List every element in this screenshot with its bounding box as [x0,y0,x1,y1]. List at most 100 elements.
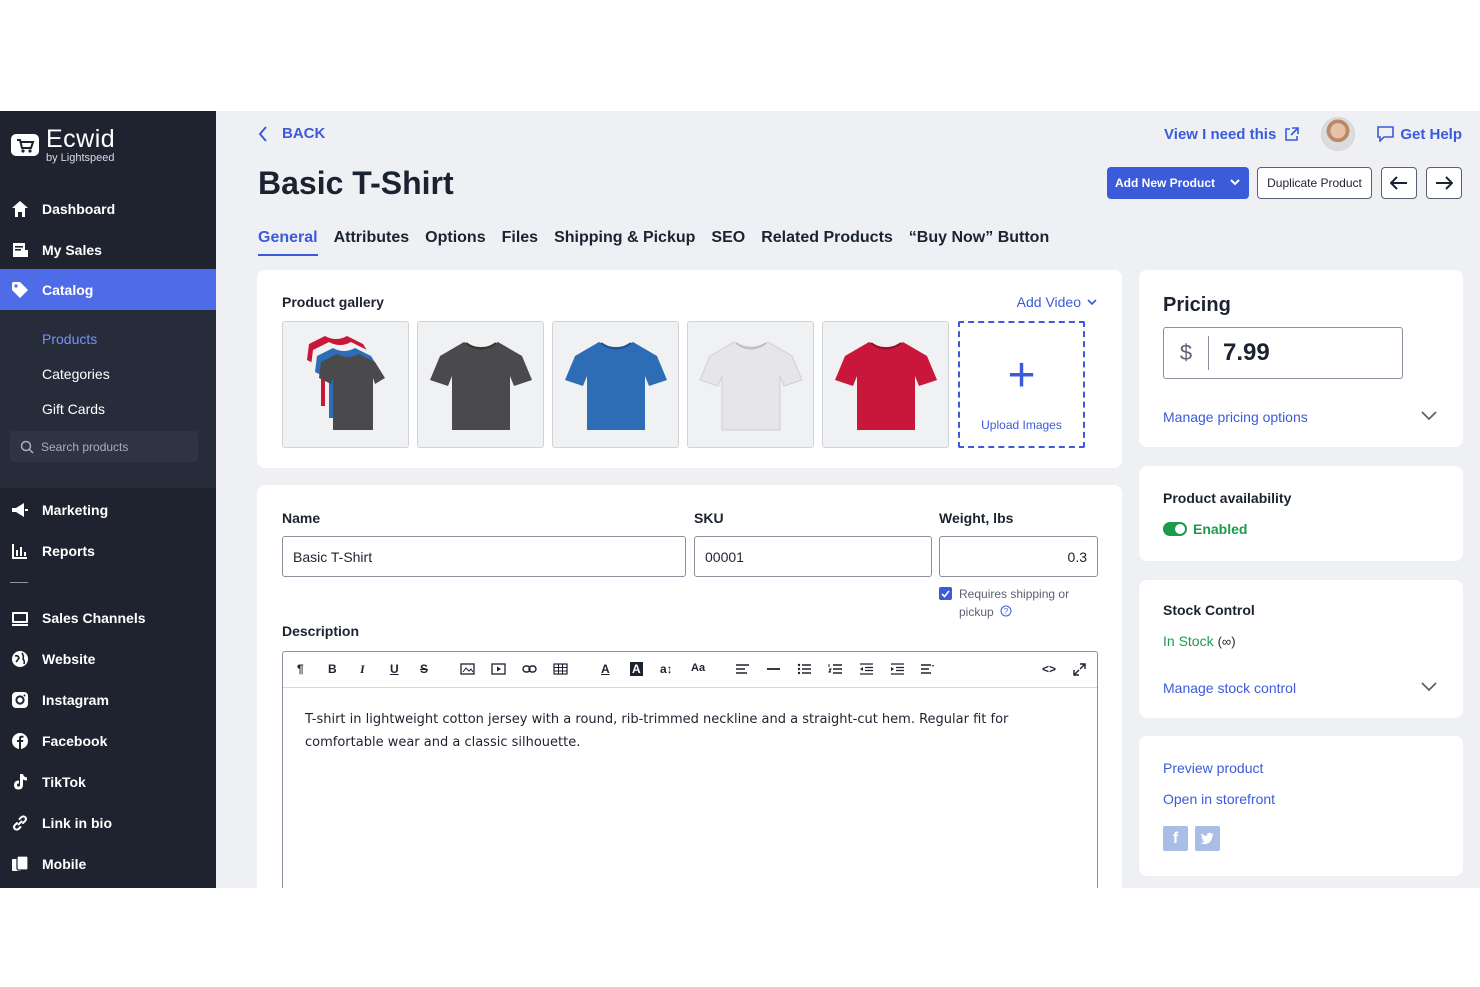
sidebar-subitem-products[interactable]: Products [42,331,97,347]
help-circle-icon[interactable]: ? [1000,605,1012,617]
text-color-icon[interactable]: A [601,662,610,676]
twitter-share-icon[interactable] [1195,826,1220,851]
back-link[interactable]: BACK [258,125,325,142]
currency-symbol: $ [1164,336,1209,370]
search-products-input[interactable]: Search products [10,431,198,462]
font-size-icon[interactable]: a↕ [660,662,673,676]
indent-icon[interactable] [890,663,905,678]
paragraph-icon[interactable]: ¶ [297,662,304,676]
tab-options[interactable]: Options [425,229,485,256]
avatar[interactable] [1321,117,1356,151]
pricing-card: Pricing $ 7.99 Manage pricing options [1139,270,1463,447]
availability-toggle[interactable]: Enabled [1163,521,1247,537]
horizontal-rule-icon[interactable] [766,663,781,678]
get-help-link[interactable]: Get Help [1377,126,1462,143]
sidebar-item-dashboard[interactable]: Dashboard [0,188,216,229]
weight-value: 0.3 [1067,548,1087,565]
sidebar-item-facebook[interactable]: Facebook [0,720,216,761]
globe-icon [10,649,30,669]
previous-product-button[interactable] [1381,167,1417,199]
brand-logo[interactable]: Ecwid by Lightspeed [10,127,115,164]
sidebar-item-my-sales[interactable]: My Sales [0,229,216,270]
name-field[interactable]: Basic T-Shirt [282,536,686,577]
sidebar-subitem-categories[interactable]: Categories [42,366,110,382]
availability-status: Enabled [1193,521,1248,537]
price-field[interactable]: $ 7.99 [1163,327,1403,379]
header-actions: View I need this Get Help [1164,117,1462,151]
open-storefront-link[interactable]: Open in storefront [1163,791,1275,807]
sidebar-item-instagram[interactable]: Instagram [0,679,216,720]
fullscreen-icon[interactable] [1073,663,1086,679]
sidebar-subitem-gift-cards[interactable]: Gift Cards [42,401,105,417]
font-family-icon[interactable]: Aa [691,662,705,674]
add-video-link[interactable]: Add Video [1017,294,1097,310]
tab-general[interactable]: General [258,229,318,256]
sidebar-item-website[interactable]: Website [0,638,216,679]
view-link[interactable]: View I need this [1164,126,1300,143]
gallery-image-4[interactable] [687,321,814,448]
brand-subtitle: by Lightspeed [46,152,115,164]
tiktok-icon [10,772,30,792]
sku-field[interactable]: 00001 [694,536,932,577]
manage-pricing-link[interactable]: Manage pricing options [1163,409,1308,425]
gallery-image-1[interactable] [282,321,409,448]
arrow-left-icon [1390,176,1407,190]
strikethrough-icon[interactable]: S [420,662,428,676]
numbered-list-icon[interactable] [828,663,843,678]
facebook-share-icon[interactable]: f [1163,826,1188,851]
chevron-down-icon[interactable] [1421,411,1437,421]
sidebar-item-sales-channels[interactable]: Sales Channels [0,597,216,638]
bold-icon[interactable]: B [328,662,337,676]
description-text[interactable]: T-shirt in lightweight cotton jersey wit… [305,708,1075,754]
search-placeholder: Search products [41,439,129,454]
sidebar-item-catalog[interactable]: Catalog [0,269,216,310]
tab-attributes[interactable]: Attributes [334,229,410,256]
underline-icon[interactable]: U [390,662,399,676]
tab-shipping-pickup[interactable]: Shipping & Pickup [554,229,695,256]
next-product-button[interactable] [1426,167,1462,199]
description-editor[interactable]: ¶ B I U S A A a↕ Aa <> T-shirt in lightw… [282,651,1098,888]
tab-seo[interactable]: SEO [711,229,745,256]
sidebar-item-mobile[interactable]: Mobile [0,843,216,884]
stock-status-text: In Stock [1163,633,1214,649]
gallery-image-5[interactable] [822,321,949,448]
svg-text:?: ? [1004,607,1009,616]
preview-product-link[interactable]: Preview product [1163,760,1263,776]
italic-icon[interactable]: I [360,662,365,677]
duplicate-product-button[interactable]: Duplicate Product [1257,167,1372,199]
add-new-product-button[interactable]: Add New Product [1107,167,1249,199]
bullet-list-icon[interactable] [797,663,812,678]
tag-icon [10,280,30,300]
table-icon[interactable] [553,663,568,678]
tshirt-gray-image [429,341,532,430]
code-view-icon[interactable]: <> [1042,662,1056,676]
channels-icon [10,608,30,628]
tshirt-blue-image [564,341,667,430]
gallery-title: Product gallery [282,294,384,310]
tab-related-products[interactable]: Related Products [761,229,893,256]
manage-stock-link[interactable]: Manage stock control [1163,680,1296,696]
weight-field[interactable]: 0.3 [939,536,1098,577]
chevron-down-icon[interactable] [1421,682,1437,692]
align-icon[interactable] [735,663,750,678]
outdent-icon[interactable] [859,663,874,678]
sidebar: Ecwid by Lightspeed Dashboard My Sales C… [0,111,216,888]
tab-buy-now-button[interactable]: “Buy Now” Button [909,229,1049,256]
gallery-image-3[interactable] [552,321,679,448]
tab-files[interactable]: Files [502,229,538,256]
link-icon [10,813,30,833]
background-color-icon[interactable]: A [630,662,643,676]
home-icon [10,199,30,219]
video-icon[interactable] [491,663,506,678]
line-height-icon[interactable] [920,663,935,678]
sidebar-item-marketing[interactable]: Marketing [0,489,216,530]
sidebar-item-tiktok[interactable]: TikTok [0,761,216,802]
link-icon[interactable] [522,663,537,678]
sidebar-item-reports[interactable]: Reports [0,530,216,571]
image-icon[interactable] [460,663,475,678]
sidebar-item-link-in-bio[interactable]: Link in bio [0,802,216,843]
requires-shipping-checkbox[interactable]: Requires shipping or pickup ? [939,585,1077,621]
app-window: Ecwid by Lightspeed Dashboard My Sales C… [0,111,1480,888]
upload-images-button[interactable]: + Upload Images [958,321,1085,448]
gallery-image-2[interactable] [417,321,544,448]
